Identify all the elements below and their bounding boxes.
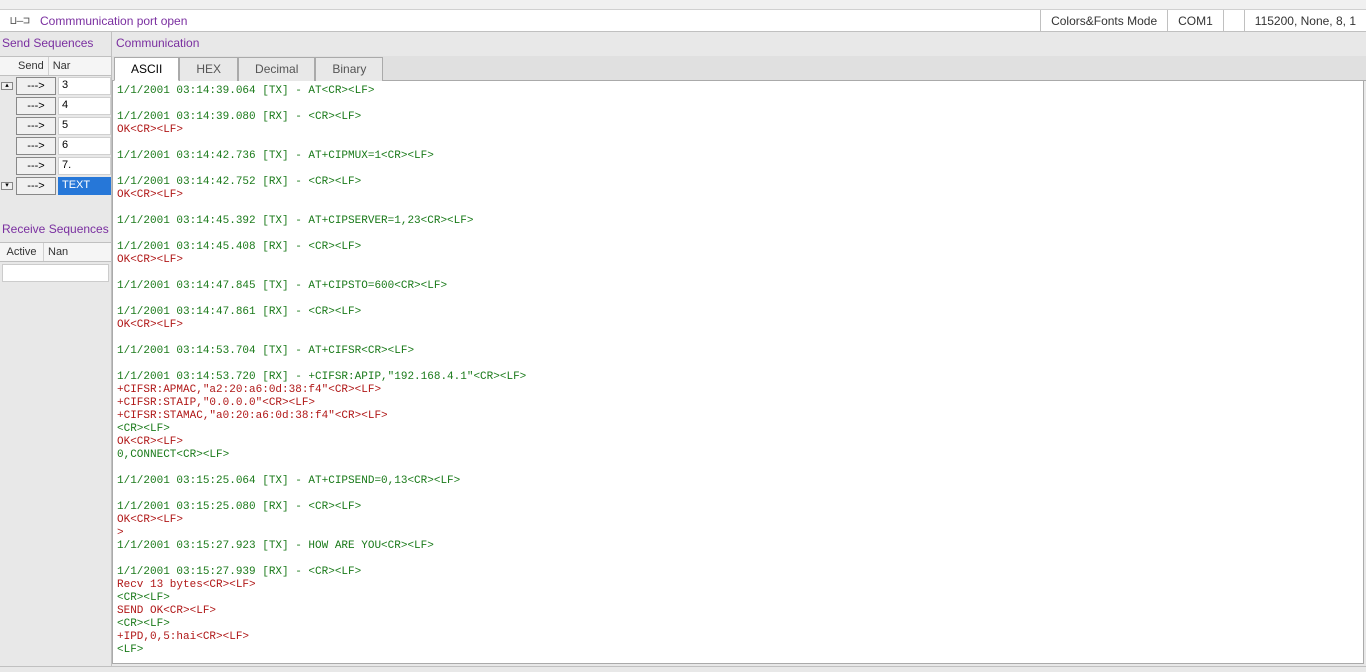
send-sequence-button[interactable]: ---> bbox=[16, 97, 56, 115]
receive-sequence-input[interactable] bbox=[2, 264, 109, 282]
send-sequence-button[interactable]: ---> bbox=[16, 177, 56, 195]
receive-sequences-title: Receive Sequences bbox=[0, 218, 111, 242]
col-send: Send bbox=[14, 57, 49, 75]
send-sequence-row: ▾--->TEXT bbox=[0, 176, 111, 196]
port-settings-indicator[interactable]: 115200, None, 8, 1 bbox=[1244, 10, 1366, 31]
receive-sequences-header: Active Nan bbox=[0, 242, 111, 262]
col-active: Active bbox=[0, 243, 44, 261]
terminal-pane[interactable]: 1/1/2001 03:14:39.064 [TX] - AT<CR><LF> … bbox=[112, 81, 1364, 664]
scroll-up-icon[interactable]: ▴ bbox=[1, 82, 13, 90]
send-sequence-rows: ▴--->3--->4--->5--->6--->7.▾--->TEXT bbox=[0, 76, 111, 196]
bottom-bar bbox=[0, 666, 1366, 672]
send-sequence-button[interactable]: ---> bbox=[16, 77, 56, 95]
tab-ascii[interactable]: ASCII bbox=[114, 57, 179, 81]
tab-hex[interactable]: HEX bbox=[179, 57, 238, 81]
send-sequence-name[interactable]: TEXT bbox=[58, 177, 111, 195]
left-panel: Send Sequences Send Nar ▴--->3--->4--->5… bbox=[0, 32, 112, 666]
send-sequence-row: --->6 bbox=[0, 136, 111, 156]
port-open-icon: ⊔—⊐ bbox=[0, 14, 40, 27]
send-sequences-header: Send Nar bbox=[0, 56, 111, 76]
send-sequence-row: ▴--->3 bbox=[0, 76, 111, 96]
colors-fonts-mode[interactable]: Colors&Fonts Mode bbox=[1040, 10, 1167, 31]
status-gap bbox=[1223, 10, 1244, 31]
send-sequence-row: --->4 bbox=[0, 96, 111, 116]
communication-title: Communication bbox=[112, 32, 1366, 56]
com-port-indicator[interactable]: COM1 bbox=[1167, 10, 1223, 31]
send-sequence-button[interactable]: ---> bbox=[16, 117, 56, 135]
toolbar-strip bbox=[0, 0, 1366, 10]
scroll-down-icon[interactable]: ▾ bbox=[1, 182, 13, 190]
send-sequence-button[interactable]: ---> bbox=[16, 137, 56, 155]
send-sequence-name[interactable]: 5 bbox=[58, 117, 111, 135]
tab-binary[interactable]: Binary bbox=[315, 57, 383, 81]
col-name: Nar bbox=[49, 57, 111, 75]
send-sequence-button[interactable]: ---> bbox=[16, 157, 56, 175]
tab-decimal[interactable]: Decimal bbox=[238, 57, 315, 81]
encoding-tabs: ASCIIHEXDecimalBinary bbox=[112, 56, 1366, 81]
terminal-output: 1/1/2001 03:14:39.064 [TX] - AT<CR><LF> … bbox=[113, 81, 1363, 661]
send-sequence-name[interactable]: 7. bbox=[58, 157, 111, 175]
send-sequences-title: Send Sequences bbox=[0, 32, 111, 56]
send-sequence-name[interactable]: 6 bbox=[58, 137, 111, 155]
send-sequence-row: --->5 bbox=[0, 116, 111, 136]
send-sequence-name[interactable]: 3 bbox=[58, 77, 111, 95]
col-recv-name: Nan bbox=[44, 243, 111, 261]
status-text: Commmunication port open bbox=[40, 14, 187, 28]
status-bar: ⊔—⊐ Commmunication port open Colors&Font… bbox=[0, 10, 1366, 32]
send-sequence-name[interactable]: 4 bbox=[58, 97, 111, 115]
send-sequence-row: --->7. bbox=[0, 156, 111, 176]
